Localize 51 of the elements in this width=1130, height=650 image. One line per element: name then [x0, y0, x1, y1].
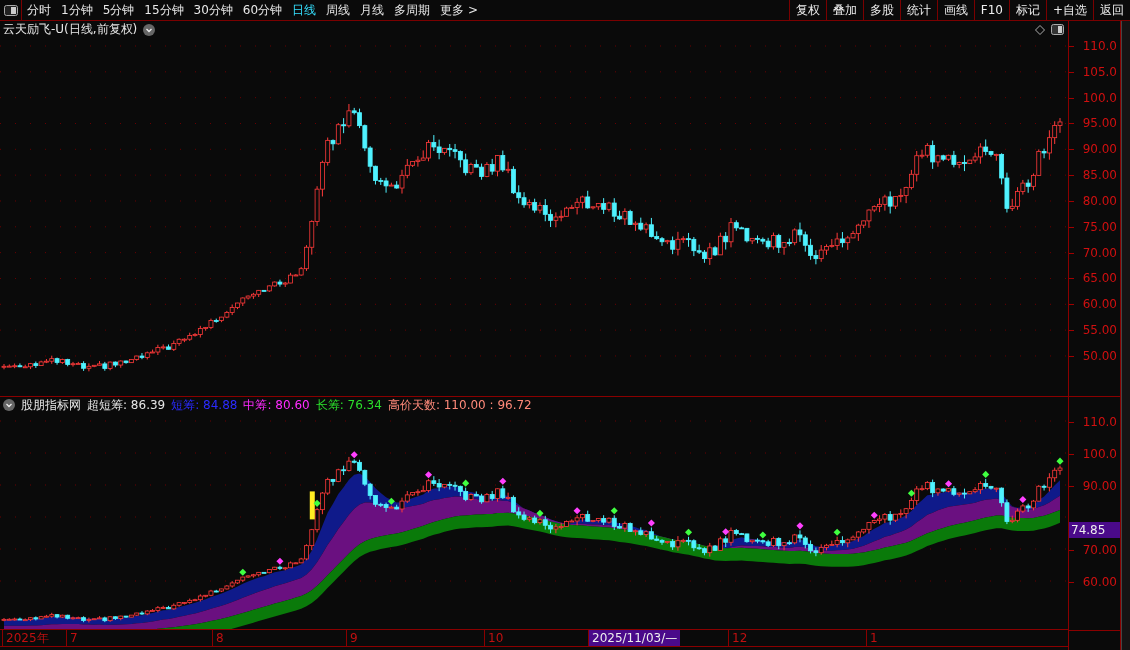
time-axis-label: 1	[866, 630, 881, 646]
price-axis-label: 65.00	[1082, 271, 1117, 286]
dropdown-icon[interactable]	[143, 23, 156, 36]
price-axis-label: 55.00	[1082, 323, 1117, 338]
period-tab[interactable]: 分时	[22, 0, 56, 20]
indicator-axis-label: 60.00	[1082, 575, 1117, 589]
time-axis-label: 10	[484, 630, 507, 646]
period-tab[interactable]: 30分钟	[188, 0, 238, 20]
period-tab[interactable]: 日线	[287, 0, 322, 20]
indicator-value: 短筹: 84.88	[171, 396, 238, 414]
period-tab[interactable]: 更多 >	[435, 0, 483, 20]
indicator-value: 中筹: 80.60	[243, 396, 310, 414]
indicator-value: 高价天数: 110.00 : 96.72	[387, 396, 532, 414]
indicator-axis-label: 110.0	[1082, 415, 1117, 429]
price-axis-label: 50.00	[1082, 348, 1117, 363]
indicator-value: 超短筹: 86.39	[87, 396, 166, 414]
period-tab[interactable]: 月线	[355, 0, 390, 20]
current-value-label: 74.85	[1069, 522, 1120, 538]
price-axis-label: 105.0	[1082, 64, 1117, 79]
cursor-date-label: 2025/11/03/—	[588, 630, 681, 646]
price-axis-label: 70.00	[1082, 245, 1117, 260]
period-tab[interactable]: 5分钟	[97, 0, 140, 20]
period-tab[interactable]: 多周期	[389, 0, 436, 20]
price-axis-label: 75.00	[1082, 219, 1117, 234]
signal-bar	[309, 491, 315, 520]
indicator-axis-label: 70.00	[1082, 543, 1117, 557]
price-axis-label: 100.0	[1082, 90, 1117, 105]
diamond-icon[interactable]	[1035, 24, 1045, 35]
time-axis-label: 9	[346, 630, 361, 646]
indicator-axis-label: 100.0	[1082, 447, 1117, 461]
chart-title: 云天励飞-U(日线,前复权)	[3, 21, 138, 38]
indicator-axis-label: 90.00	[1082, 479, 1117, 493]
price-axis-label: 95.00	[1082, 116, 1117, 131]
price-axis-label: 90.00	[1082, 142, 1117, 157]
indicator-value: 长筹: 76.34	[315, 396, 382, 414]
time-axis-label: 7	[66, 630, 81, 646]
panel-toggle-icon[interactable]	[1051, 24, 1064, 35]
time-axis-label: 8	[212, 630, 227, 646]
price-axis-label: 60.00	[1082, 297, 1117, 312]
time-axis-label: 12	[728, 630, 751, 646]
price-axis-label: 85.00	[1082, 168, 1117, 183]
price-axis-label: 110.0	[1082, 39, 1117, 53]
panel-icon	[3, 4, 18, 16]
period-tab[interactable]: 15分钟	[139, 0, 189, 20]
period-tab[interactable]: 1分钟	[56, 0, 98, 20]
period-tab[interactable]: 60分钟	[237, 0, 288, 20]
time-axis-label: 2025年	[2, 630, 52, 646]
collapse-icon[interactable]	[3, 399, 15, 411]
period-tab[interactable]: 周线	[321, 0, 356, 20]
indicator-name: 股朋指标网	[21, 396, 81, 414]
price-axis-label: 80.00	[1082, 193, 1117, 208]
